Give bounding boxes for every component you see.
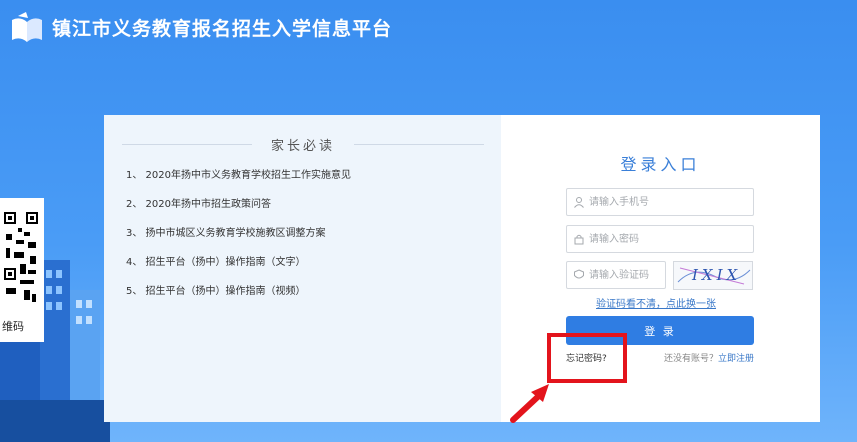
register-link[interactable]: 立即注册 bbox=[718, 354, 754, 364]
qr-card: 维码 bbox=[0, 198, 44, 342]
divider bbox=[354, 144, 484, 145]
user-icon bbox=[574, 197, 584, 208]
parent-notice-section: 家长必读 1、 2020年扬中市义务教育学校招生工作实施意见 2、 2020年扬… bbox=[104, 115, 501, 422]
notice-link-faq[interactable]: 2、 2020年扬中市招生政策问答 bbox=[126, 196, 351, 225]
captcha-field[interactable] bbox=[566, 261, 666, 289]
register-prompt: 还没有账号？立即注册 bbox=[664, 351, 754, 364]
shield-icon bbox=[574, 269, 584, 279]
password-input[interactable] bbox=[589, 229, 747, 249]
red-arrow-icon bbox=[510, 384, 549, 423]
login-title: 登录入口 bbox=[620, 155, 701, 174]
site-title: 镇江市义务教育报名招生入学信息平台 bbox=[52, 18, 393, 40]
notice-list: 1、 2020年扬中市义务教育学校招生工作实施意见 2、 2020年扬中市招生政… bbox=[126, 167, 351, 312]
captcha-text: IXIX bbox=[692, 266, 742, 284]
captcha-input[interactable] bbox=[589, 265, 659, 285]
refresh-captcha-link[interactable]: 验证码看不清，点此换一张 bbox=[596, 295, 716, 310]
main-panel: 家长必读 1、 2020年扬中市义务教育学校招生工作实施意见 2、 2020年扬… bbox=[104, 115, 820, 422]
qr-code-icon bbox=[4, 212, 38, 302]
phone-input[interactable] bbox=[589, 192, 747, 212]
notice-link-guide-video[interactable]: 5、 招生平台（扬中）操作指南（视频） bbox=[126, 283, 351, 312]
lock-icon bbox=[574, 234, 584, 245]
phone-field[interactable] bbox=[566, 188, 754, 216]
notice-link-policy[interactable]: 1、 2020年扬中市义务教育学校招生工作实施意见 bbox=[126, 167, 351, 196]
header: 镇江市义务教育报名招生入学信息平台 bbox=[0, 0, 857, 60]
notice-link-guide-text[interactable]: 4、 招生平台（扬中）操作指南（文字） bbox=[126, 254, 351, 283]
notice-header: 家长必读 bbox=[122, 135, 484, 155]
captcha-image[interactable]: IXIX bbox=[673, 261, 753, 290]
password-field[interactable] bbox=[566, 225, 754, 253]
book-logo-icon bbox=[12, 12, 42, 42]
qr-caption: 维码 bbox=[2, 320, 24, 333]
notice-link-district[interactable]: 3、 扬中市城区义务教育学校施教区调整方案 bbox=[126, 225, 351, 254]
no-account-text: 还没有账号？ bbox=[663, 354, 718, 364]
highlight-box bbox=[547, 333, 627, 383]
